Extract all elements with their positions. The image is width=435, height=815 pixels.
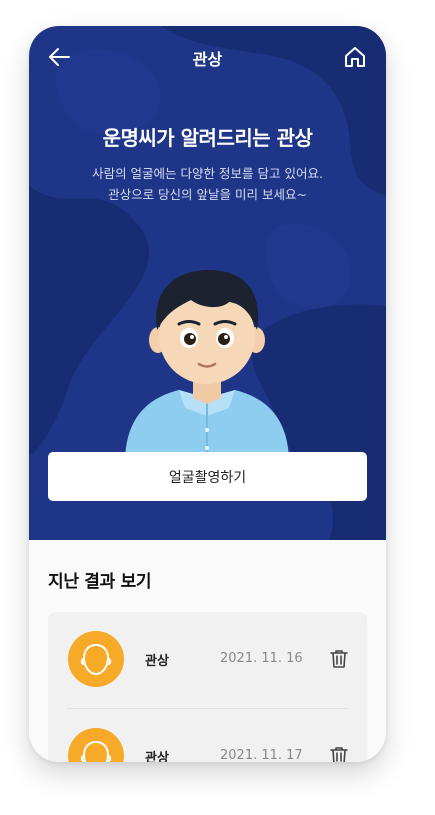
face-outline-icon xyxy=(80,643,112,676)
page-title: 관상 xyxy=(192,50,223,69)
delete-button[interactable] xyxy=(328,745,350,762)
trash-icon xyxy=(330,747,348,762)
home-button[interactable] xyxy=(340,42,370,72)
hero-description-line1: 사람의 얼굴에는 다양한 정보를 담고 있어요. xyxy=(92,166,323,181)
hero-description: 사람의 얼굴에는 다양한 정보를 담고 있어요. 관상으로 당신의 앞날을 미리… xyxy=(29,163,386,205)
history-item-date: 2021. 11. 17 xyxy=(220,748,303,762)
history-list: 관상 2021. 11. 16 관상 2021. 11. 17 xyxy=(48,612,367,762)
phone-screen: 관상 운명씨가 알려드리는 관상 사람의 얼굴에는 다양한 정보를 담고 있어요… xyxy=(29,26,386,762)
face-badge xyxy=(68,631,124,687)
trash-icon xyxy=(330,650,348,668)
history-title: 지난 결과 보기 xyxy=(48,572,152,592)
history-item-label: 관상 xyxy=(145,751,169,762)
hero-title: 운명씨가 알려드리는 관상 xyxy=(102,126,313,150)
history-item[interactable]: 관상 2021. 11. 17 xyxy=(48,709,367,762)
history-section: 지난 결과 보기 관상 2021. 11. 16 관상 2021. 11. 17 xyxy=(29,540,386,762)
face-outline-icon xyxy=(80,740,112,762)
history-item-date: 2021. 11. 16 xyxy=(220,651,303,666)
avatar-illustration xyxy=(125,270,289,458)
delete-button[interactable] xyxy=(328,648,350,670)
top-bar: 관상 xyxy=(29,26,386,86)
history-item[interactable]: 관상 2021. 11. 16 xyxy=(48,612,367,709)
history-item-label: 관상 xyxy=(145,654,169,669)
hero-section: 관상 운명씨가 알려드리는 관상 사람의 얼굴에는 다양한 정보를 담고 있어요… xyxy=(29,26,386,540)
home-icon xyxy=(345,47,365,67)
capture-face-button[interactable]: 얼굴촬영하기 xyxy=(48,452,367,501)
hero-description-line2: 관상으로 당신의 앞날을 미리 보세요~ xyxy=(108,187,307,202)
face-badge xyxy=(68,728,124,762)
